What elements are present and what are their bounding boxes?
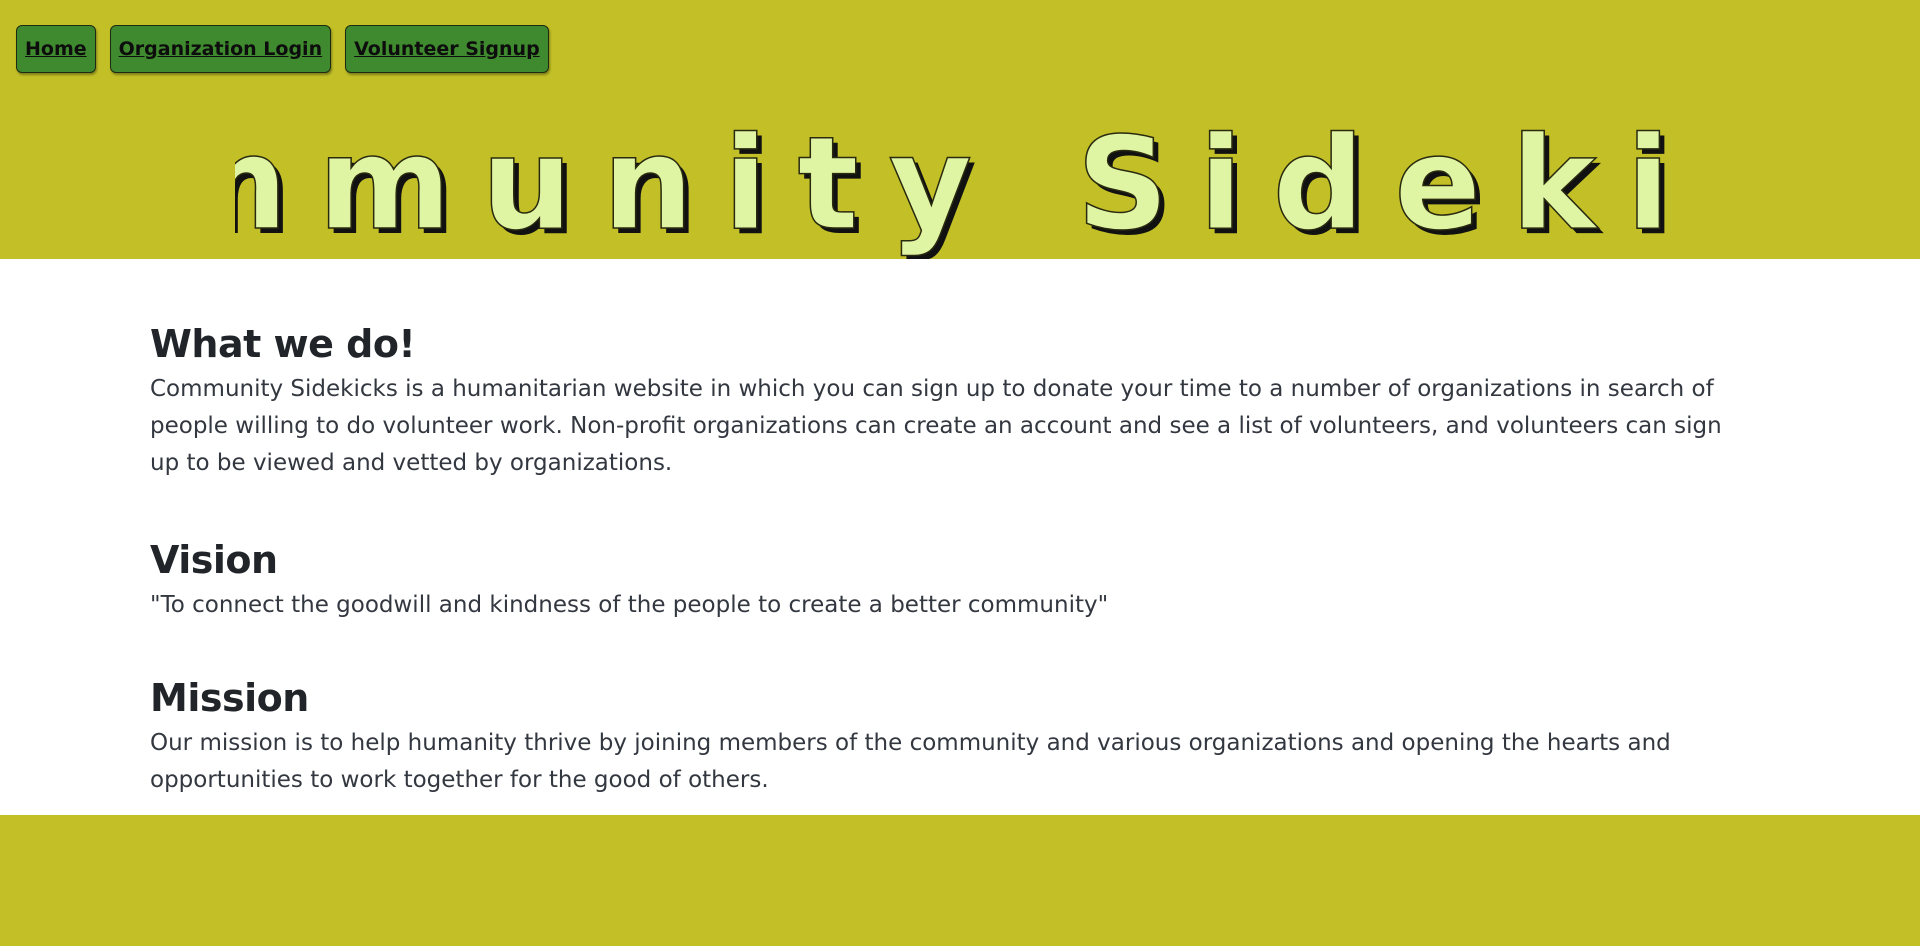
top-nav: Home Organization Login Volunteer Signup [16,25,549,73]
main-content: What we do! Community Sidekicks is a hum… [0,259,1920,815]
content-column: What we do! Community Sidekicks is a hum… [150,321,1750,854]
vision-section: Vision "To connect the goodwill and kind… [150,537,1750,624]
vision-text: "To connect the goodwill and kindness of… [150,592,1109,618]
site-header: Home Organization Login Volunteer Signup… [0,0,1920,260]
logo-text: Community Sidekicks [235,110,1695,259]
volunteer-signup-button[interactable]: Volunteer Signup [345,25,549,73]
mission-text: Our mission is to help humanity thrive b… [150,730,1671,793]
mission-section: Mission Our mission is to help humanity … [150,675,1750,799]
vision-heading: Vision [150,538,278,582]
mission-heading: Mission [150,676,309,720]
what-we-do-heading: What we do! [150,322,416,366]
what-we-do-text: Community Sidekicks is a humanitarian we… [150,376,1722,476]
what-we-do-section: What we do! Community Sidekicks is a hum… [150,321,1750,482]
site-logo: Community Sidekicks Community Sidekicks [235,109,1695,260]
site-footer [0,815,1920,946]
home-button[interactable]: Home [16,25,96,73]
organization-login-button[interactable]: Organization Login [109,25,332,73]
